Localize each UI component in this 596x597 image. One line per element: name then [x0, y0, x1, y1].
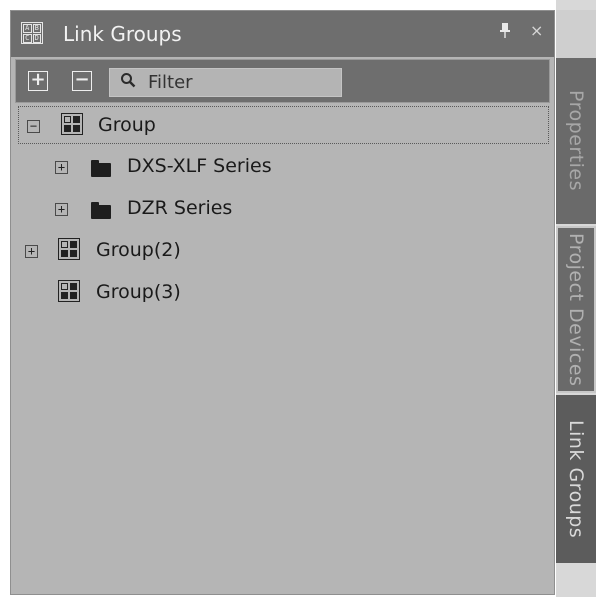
app-icon-letter: A [23, 24, 32, 33]
app-icon-letter: D [32, 34, 41, 43]
panel-titlebar[interactable]: A B C D Link Groups × [11, 11, 554, 57]
folder-icon [91, 202, 111, 219]
link-groups-app-icon: A B C D [21, 22, 43, 44]
expand-all-button[interactable]: + [28, 71, 48, 91]
tree-item-dzr-series[interactable]: + DZR Series [11, 191, 554, 231]
tree-item-group-3[interactable]: Group(3) [11, 275, 554, 315]
tree-toolbar: + − Filter [15, 59, 550, 103]
search-icon [120, 72, 136, 92]
tree-item-label: Group(3) [96, 281, 181, 303]
tree-item-label: Group [98, 114, 156, 136]
tab-label: Project Devices [565, 232, 587, 387]
app-icon-letter: C [23, 34, 32, 43]
pin-icon-glyph [500, 23, 510, 38]
expand-toggle-icon[interactable]: + [55, 203, 68, 216]
app-icon-letter: B [32, 24, 41, 33]
side-tab-strip: Properties Project Devices Link Groups [556, 58, 596, 563]
collapse-all-button[interactable]: − [72, 71, 92, 91]
pin-icon[interactable] [499, 23, 511, 42]
tree-item-group-2[interactable]: + Group(2) [11, 233, 554, 273]
search-icon-glyph [121, 73, 136, 88]
tab-properties[interactable]: Properties [556, 58, 596, 224]
close-icon[interactable]: × [530, 21, 543, 40]
tree-item-label: Group(2) [96, 239, 181, 261]
group-icon [58, 238, 80, 260]
group-icon [61, 113, 83, 135]
folder-icon [91, 160, 111, 177]
filter-placeholder: Filter [148, 72, 193, 93]
expand-toggle-icon[interactable]: + [25, 245, 38, 258]
tree-item-dxs-xlf-series[interactable]: + DXS-XLF Series [11, 149, 554, 189]
tree-item-label: DXS-XLF Series [127, 155, 272, 177]
tab-project-devices[interactable]: Project Devices [556, 226, 596, 393]
tab-link-groups[interactable]: Link Groups [556, 395, 596, 563]
filter-input[interactable]: Filter [109, 68, 342, 97]
side-dock-top [556, 10, 596, 58]
tab-label: Link Groups [565, 419, 587, 539]
expand-toggle-icon[interactable]: + [55, 161, 68, 174]
tab-label: Properties [565, 90, 587, 192]
link-groups-panel: A B C D Link Groups × + − Filter − Group… [10, 10, 555, 595]
tree-item-group[interactable]: − Group [18, 106, 549, 144]
collapse-toggle-icon[interactable]: − [27, 120, 40, 133]
tree-item-label: DZR Series [127, 197, 233, 219]
panel-title: Link Groups [63, 22, 182, 46]
group-icon [58, 280, 80, 302]
